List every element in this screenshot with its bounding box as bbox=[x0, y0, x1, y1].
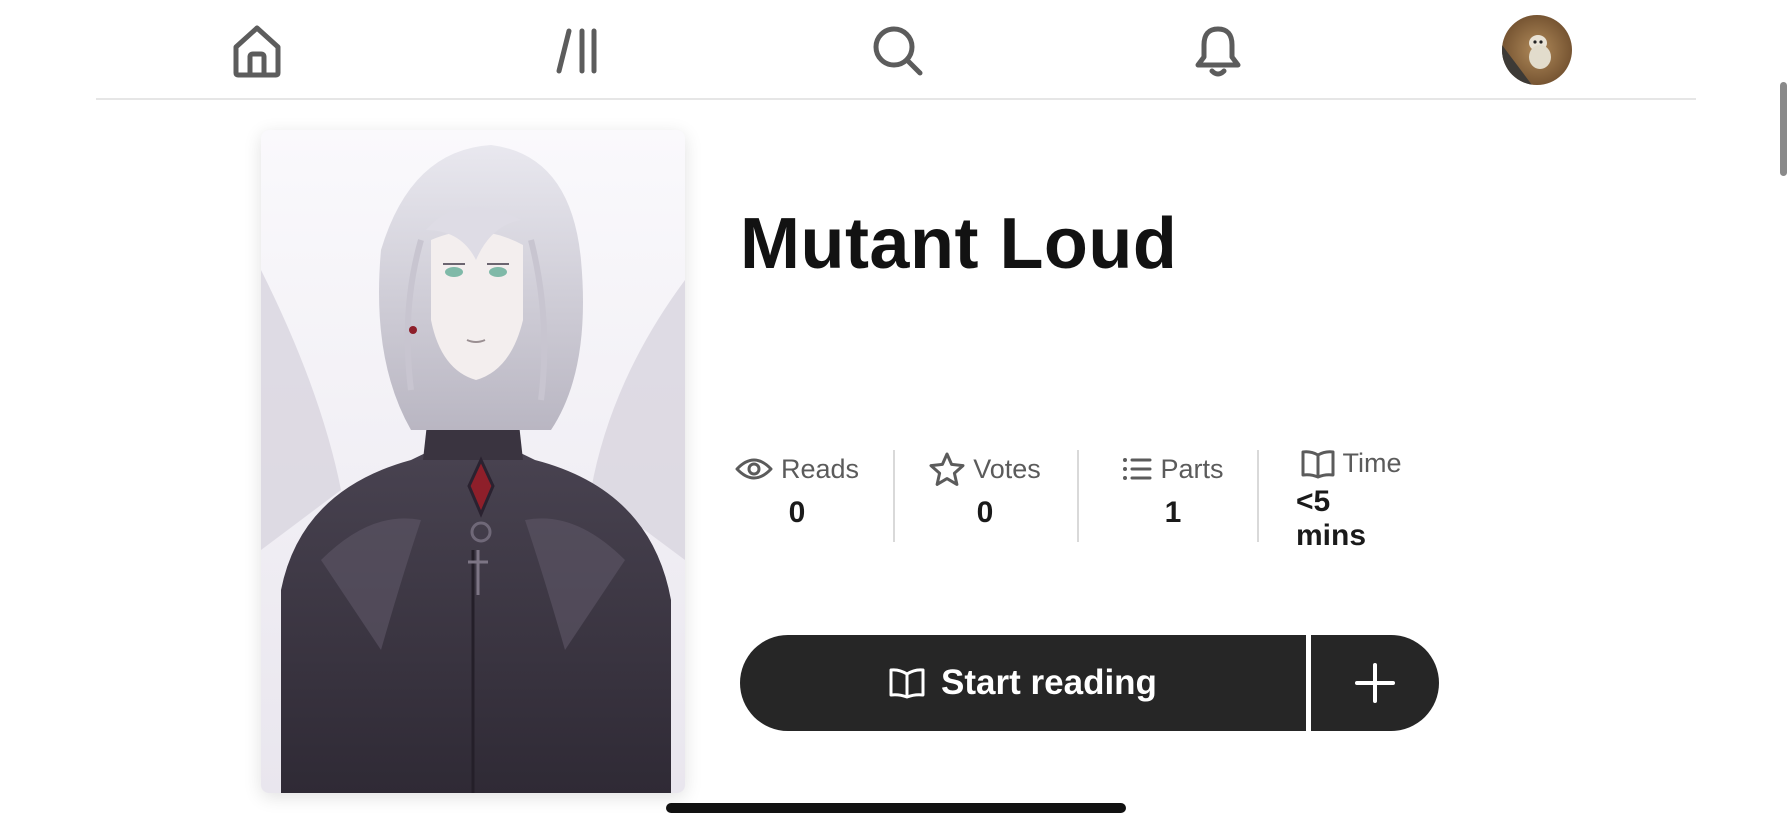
divider bbox=[1077, 450, 1079, 542]
avatar-image bbox=[1502, 15, 1572, 85]
bell-icon bbox=[1195, 26, 1241, 77]
stat-reads-value: 0 bbox=[788, 496, 806, 529]
nav-notifications-button[interactable] bbox=[1183, 18, 1253, 84]
top-navigation bbox=[96, 0, 1696, 100]
stat-parts-label: Parts bbox=[1160, 453, 1224, 484]
library-icon bbox=[556, 28, 597, 74]
divider bbox=[1257, 450, 1259, 542]
book-open-icon bbox=[889, 668, 925, 699]
page-scrollbar[interactable] bbox=[1780, 82, 1787, 176]
home-icon bbox=[233, 25, 281, 78]
stat-time: Time <5 mins bbox=[1296, 448, 1406, 552]
stat-parts-value: 1 bbox=[1164, 496, 1182, 529]
plus-icon bbox=[1355, 663, 1395, 703]
stat-reads: Reads 0 bbox=[735, 448, 859, 544]
profile-avatar[interactable] bbox=[1502, 15, 1572, 85]
story-title: Mutant Loud bbox=[740, 204, 1178, 284]
start-reading-button[interactable]: Start reading bbox=[740, 635, 1306, 731]
stat-time-label: Time bbox=[1342, 448, 1402, 478]
story-details-page: Mutant Loud Reads 0 Votes 0 Parts 1 Time… bbox=[0, 0, 1792, 828]
eye-icon bbox=[735, 458, 773, 480]
search-icon bbox=[873, 26, 923, 76]
stat-votes-value: 0 bbox=[976, 496, 994, 529]
story-cover-image bbox=[261, 130, 685, 793]
stat-votes-label: Votes bbox=[973, 453, 1041, 484]
nav-home-button[interactable] bbox=[222, 18, 292, 84]
book-icon bbox=[1301, 449, 1334, 478]
nav-search-button[interactable] bbox=[863, 18, 933, 84]
add-to-library-button[interactable] bbox=[1311, 635, 1439, 731]
divider bbox=[893, 450, 895, 542]
list-icon bbox=[1123, 458, 1152, 480]
stat-votes: Votes 0 bbox=[929, 448, 1041, 544]
nav-library-button[interactable] bbox=[543, 18, 613, 84]
stat-parts: Parts 1 bbox=[1118, 448, 1228, 544]
start-reading-label: Start reading bbox=[941, 663, 1157, 702]
home-indicator[interactable] bbox=[666, 803, 1126, 813]
star-icon bbox=[929, 452, 965, 486]
stat-reads-label: Reads bbox=[780, 453, 860, 484]
stat-time-value: <5 mins bbox=[1296, 485, 1367, 552]
